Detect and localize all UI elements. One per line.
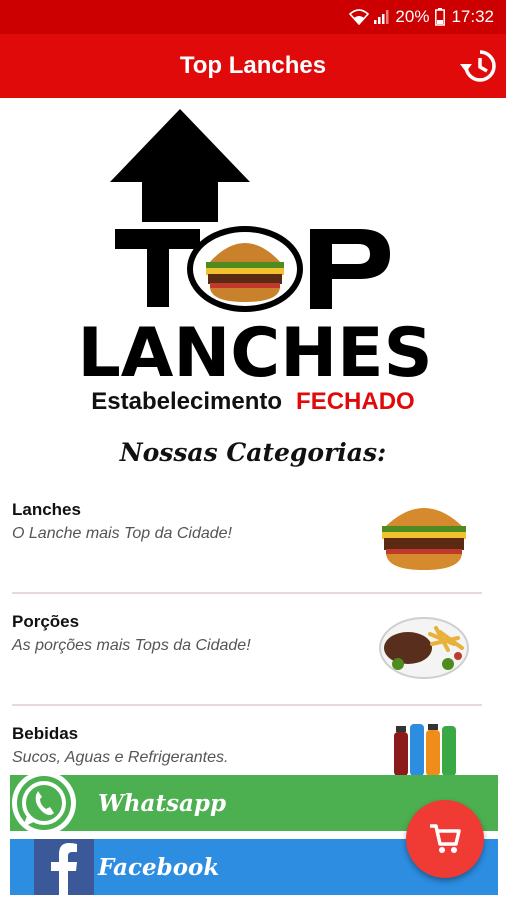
signal-icon	[374, 10, 389, 24]
store-status-label: Estabelecimento	[91, 388, 283, 415]
history-icon	[460, 50, 496, 82]
logo-text: LANCHES	[77, 314, 432, 384]
whatsapp-label: Whatsapp	[98, 789, 227, 817]
section-heading: Nossas Categorias:	[119, 438, 387, 467]
battery-percent: 20%	[395, 7, 430, 26]
status-icons	[349, 9, 389, 25]
facebook-icon	[34, 839, 94, 895]
category-porcoes[interactable]: Porções As porções mais Tops da Cidade!	[0, 608, 506, 718]
category-lanches[interactable]: Lanches O Lanche mais Top da Cidade!	[0, 496, 506, 606]
facebook-label: Facebook	[98, 853, 220, 881]
history-button[interactable]	[458, 46, 498, 86]
app-title: Top Lanches	[179, 52, 327, 79]
logo-area: LANCHES Estabelecimento FECHADO	[0, 98, 506, 428]
category-name: Lanches	[12, 500, 81, 519]
cart-icon	[430, 824, 461, 853]
status-bar: 20% 17:32	[0, 0, 506, 34]
app-bar: Top Lanches	[0, 34, 506, 98]
burger-image	[382, 508, 466, 570]
top-lanches-logo: LANCHES	[77, 109, 433, 384]
category-description: As porções mais Tops da Cidade!	[12, 637, 251, 654]
wifi-icon	[349, 9, 370, 25]
divider	[12, 704, 482, 706]
whatsapp-icon	[12, 771, 76, 835]
category-description: Sucos, Aguas e Refrigerantes.	[12, 749, 229, 766]
battery-icon	[435, 8, 446, 26]
clock-time: 17:32	[451, 7, 494, 26]
store-status-state: FECHADO	[296, 388, 415, 415]
portion-plate-image	[379, 617, 469, 679]
category-name: Bebidas	[12, 724, 79, 743]
store-status: Estabelecimento FECHADO	[0, 388, 506, 416]
category-description: O Lanche mais Top da Cidade!	[12, 525, 232, 542]
divider	[12, 592, 482, 594]
category-name: Porções	[12, 612, 80, 631]
cart-fab-button[interactable]	[406, 800, 484, 878]
